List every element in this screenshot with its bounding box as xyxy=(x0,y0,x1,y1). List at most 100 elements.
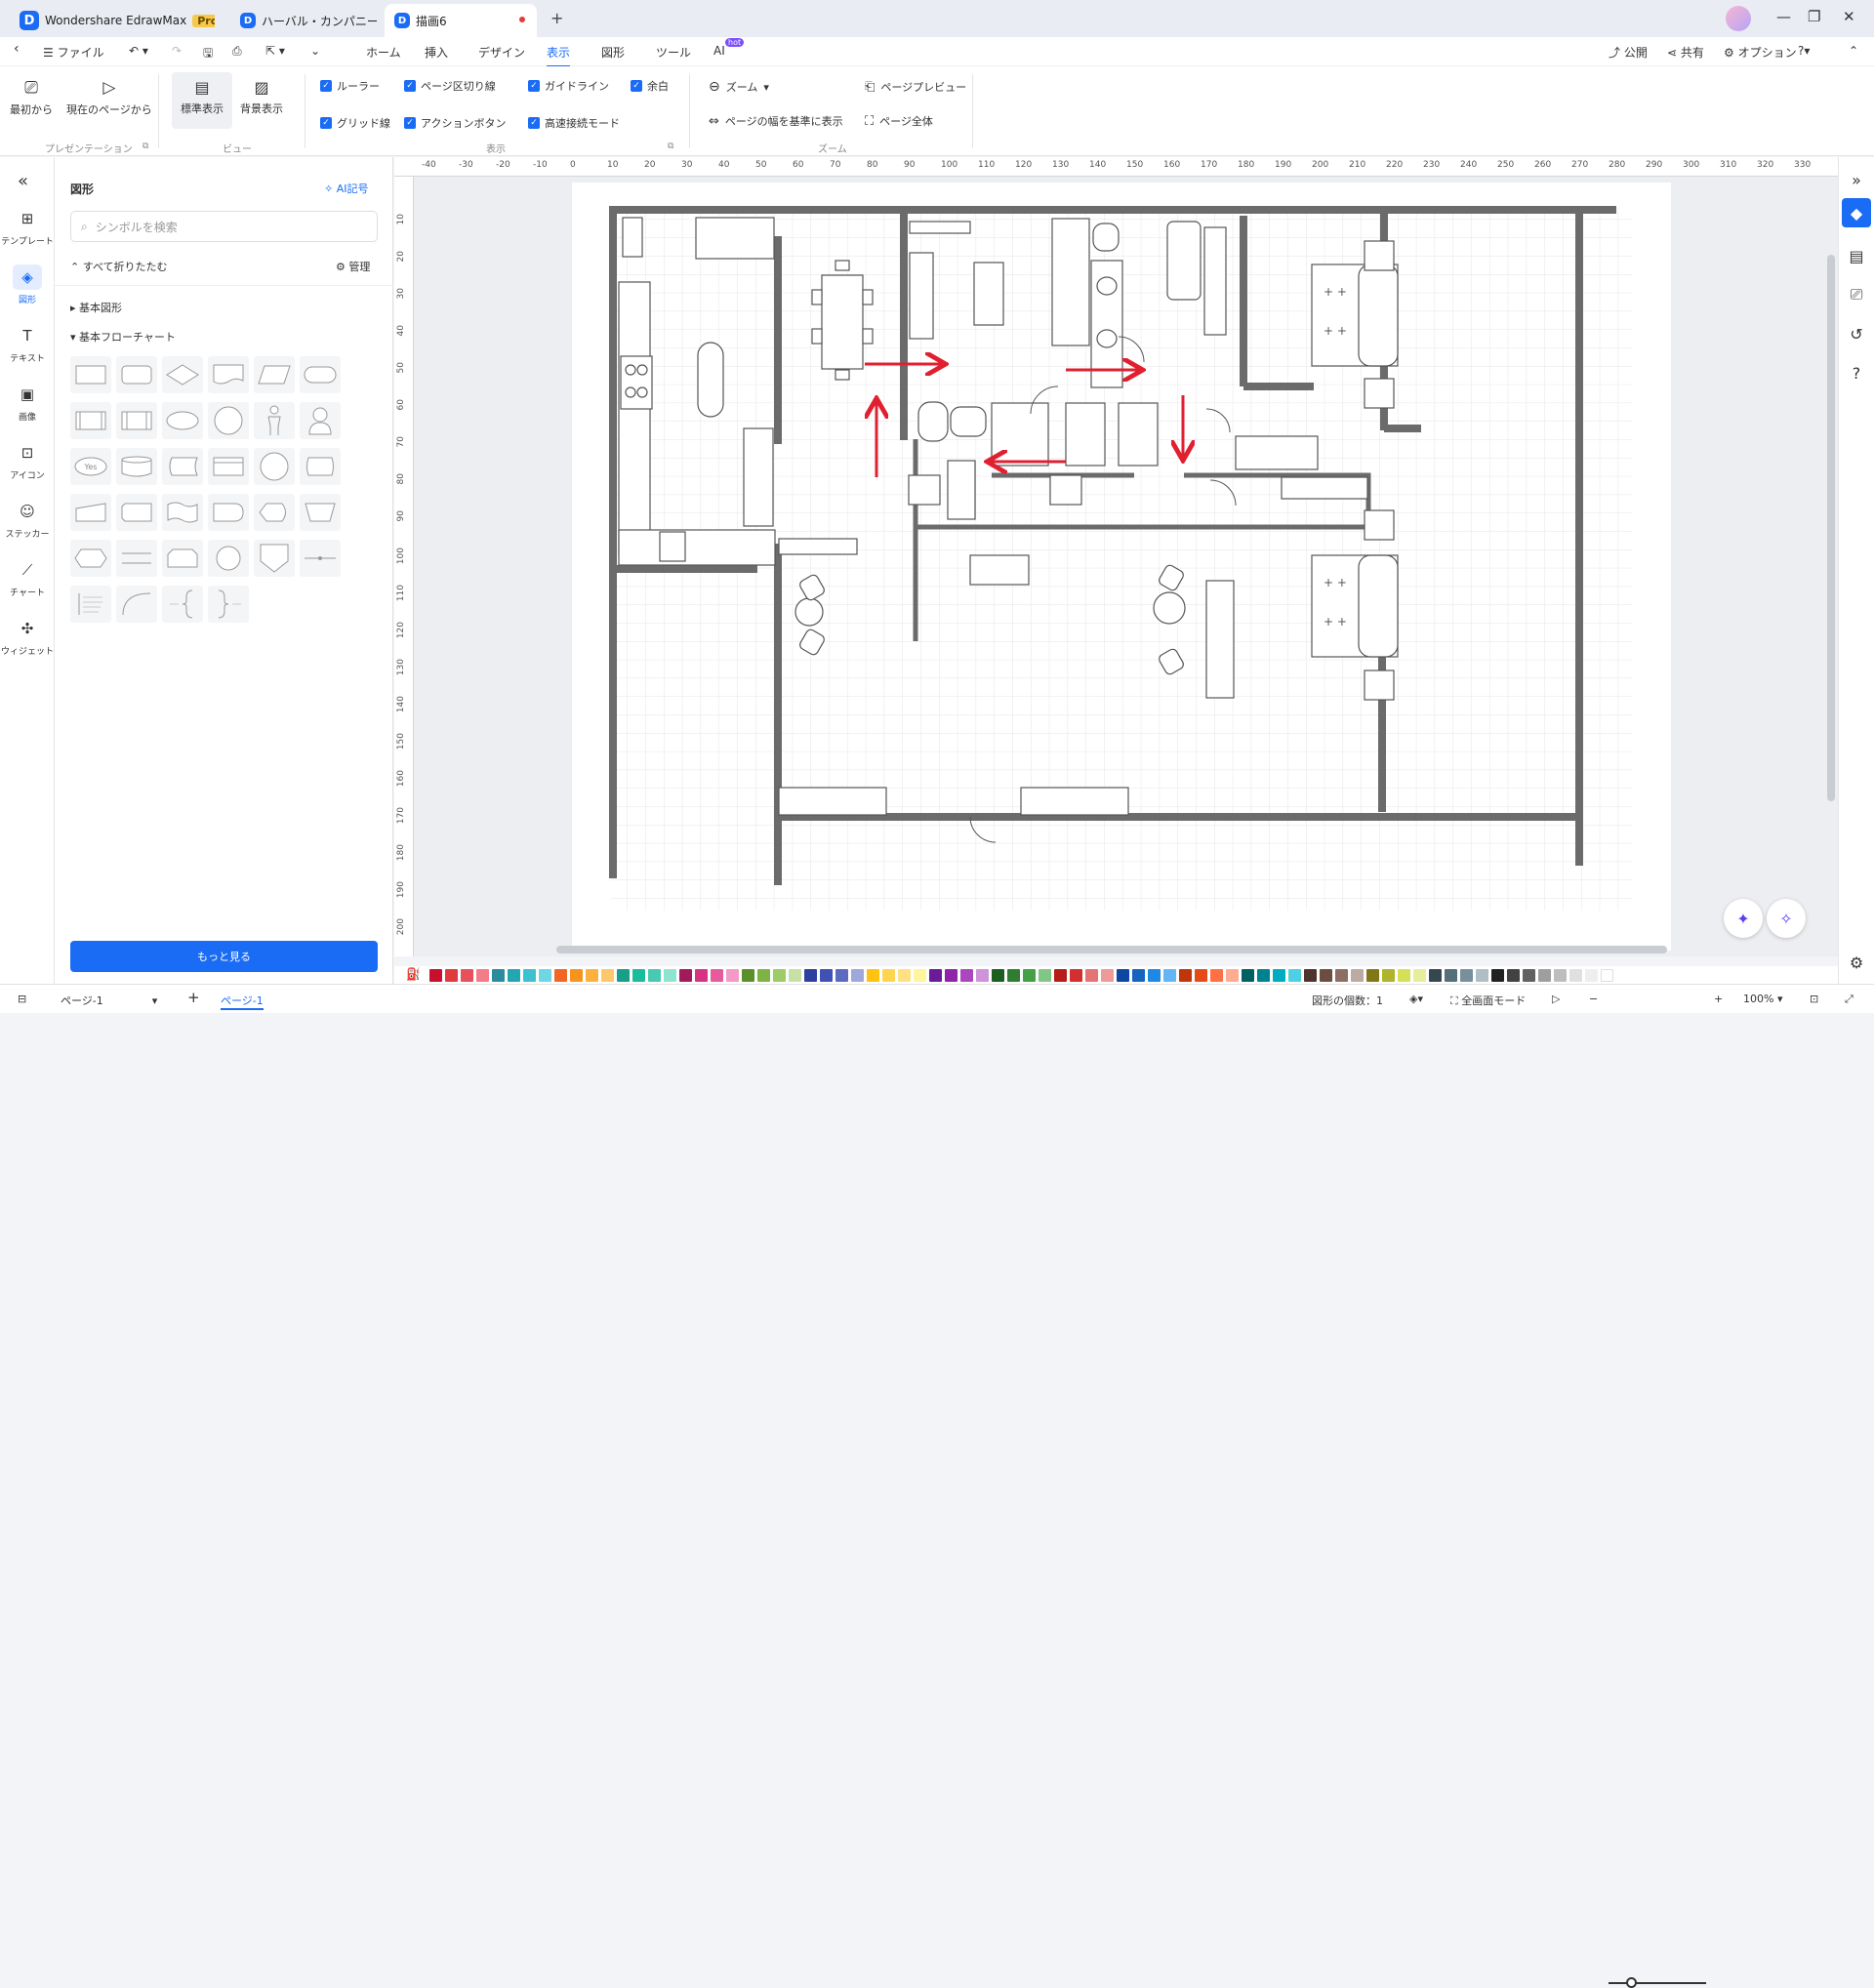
color-swatch[interactable] xyxy=(570,968,583,982)
color-swatch[interactable] xyxy=(554,968,567,982)
color-swatch[interactable] xyxy=(1210,968,1223,982)
shape-parallel[interactable] xyxy=(116,540,157,577)
menu-ai[interactable]: AI hot xyxy=(713,38,745,58)
shape-display[interactable] xyxy=(254,494,295,531)
category-basic-shapes[interactable]: ▸ 基本図形 xyxy=(70,300,122,315)
color-swatch[interactable] xyxy=(1460,968,1473,982)
fast-connect-checkbox[interactable]: ✓ 高速接続モード xyxy=(528,115,620,131)
avatar[interactable] xyxy=(1726,6,1751,31)
color-swatch[interactable] xyxy=(1039,968,1051,982)
color-swatch[interactable] xyxy=(617,968,630,982)
shape-brace-left[interactable] xyxy=(162,586,203,623)
color-swatch[interactable] xyxy=(664,968,676,982)
color-swatch[interactable] xyxy=(492,968,505,982)
rail-widget[interactable]: ✣ ウィジェット xyxy=(0,616,55,657)
rail-template[interactable]: ⊞ テンプレート xyxy=(0,206,55,247)
color-swatch[interactable] xyxy=(960,968,973,982)
shape-delay[interactable] xyxy=(208,494,249,531)
minimize-icon[interactable]: — xyxy=(1776,8,1791,25)
ruler-checkbox[interactable]: ✓ ルーラー xyxy=(320,78,380,94)
color-swatch[interactable] xyxy=(461,968,473,982)
color-swatch[interactable] xyxy=(445,968,458,982)
color-swatch[interactable] xyxy=(882,968,895,982)
shape-decision[interactable] xyxy=(162,356,203,393)
page-setup-icon[interactable]: ▤ xyxy=(1842,241,1871,270)
shape-user[interactable] xyxy=(300,402,341,439)
shape-direct-data[interactable] xyxy=(300,448,341,485)
color-swatch[interactable] xyxy=(1320,968,1332,982)
shape-person[interactable] xyxy=(254,402,295,439)
color-swatch[interactable] xyxy=(648,968,661,982)
color-swatch[interactable] xyxy=(742,968,754,982)
fullscreen-icon[interactable]: ⤢ xyxy=(1845,993,1854,1006)
color-swatch[interactable] xyxy=(992,968,1004,982)
tab-herbal-company[interactable]: D ハーバル・カンパニー図_... xyxy=(230,4,377,37)
shape-data[interactable] xyxy=(254,356,295,393)
search-input[interactable]: ⌕ シンボルを検索 xyxy=(70,211,378,242)
color-swatch[interactable] xyxy=(523,968,536,982)
help-icon[interactable]: ?▾ xyxy=(1798,44,1810,58)
history-icon[interactable]: ↺ xyxy=(1842,319,1871,348)
fit-width-button[interactable]: ⇔ ページの幅を基準に表示 xyxy=(709,113,843,129)
zoom-level[interactable]: 100% ▾ xyxy=(1743,993,1782,1005)
help-panel-icon[interactable]: ? xyxy=(1842,358,1871,387)
shape-circle[interactable] xyxy=(208,402,249,439)
shape-manual-operation[interactable] xyxy=(300,494,341,531)
color-swatch[interactable] xyxy=(1148,968,1161,982)
color-swatch[interactable] xyxy=(789,968,801,982)
color-swatch[interactable] xyxy=(929,968,942,982)
share-button[interactable]: ⋖ 共有 xyxy=(1667,44,1704,61)
shape-circle-small[interactable] xyxy=(208,540,249,577)
color-swatch[interactable] xyxy=(1085,968,1098,982)
menu-view[interactable]: 表示 xyxy=(547,44,571,67)
color-swatch[interactable] xyxy=(1429,968,1442,982)
page-preview-button[interactable]: ⎗ ページプレビュー xyxy=(865,79,966,95)
collapse-ribbon-icon[interactable]: ⌃ xyxy=(1849,44,1858,58)
color-swatch[interactable] xyxy=(1195,968,1207,982)
rail-text[interactable]: T テキスト xyxy=(0,323,55,364)
color-swatch[interactable] xyxy=(586,968,598,982)
shape-card[interactable] xyxy=(208,448,249,485)
close-icon[interactable]: ✕ xyxy=(1843,8,1855,25)
print-icon[interactable]: ⎙ xyxy=(232,44,242,59)
ai-sparkle-icon[interactable]: ✧ xyxy=(1767,899,1806,938)
more-button[interactable]: もっと見る xyxy=(70,941,378,972)
guideline-checkbox[interactable]: ✓ ガイドライン xyxy=(528,78,609,94)
present-from-start-button[interactable]: ⎚ 最初から xyxy=(10,78,53,117)
shape-off-page[interactable] xyxy=(116,494,157,531)
add-page-button[interactable]: + xyxy=(187,989,200,1006)
shape-line-connector[interactable] xyxy=(300,540,341,577)
page-list-icon[interactable]: ⊟ xyxy=(18,993,26,1005)
shape-yes[interactable]: Yes xyxy=(70,448,111,485)
presentation-panel-icon[interactable]: ⎚ xyxy=(1842,280,1871,309)
color-swatch[interactable] xyxy=(632,968,645,982)
color-swatch[interactable] xyxy=(945,968,957,982)
color-swatch[interactable] xyxy=(851,968,864,982)
color-swatch[interactable] xyxy=(1538,968,1551,982)
app-tab[interactable]: D Wondershare EdrawMax Pro xyxy=(10,4,215,37)
shape-ellipse[interactable] xyxy=(162,402,203,439)
color-swatch[interactable] xyxy=(1413,968,1426,982)
format-fill-icon[interactable]: ◆ xyxy=(1842,198,1871,227)
ai-magic-icon[interactable]: ✦ xyxy=(1724,899,1763,938)
color-swatch[interactable] xyxy=(1554,968,1567,982)
horizontal-scrollbar[interactable] xyxy=(556,946,1667,953)
zoom-slider-thumb[interactable] xyxy=(1626,1977,1637,1988)
expand-icon[interactable]: ⧉ xyxy=(143,142,148,151)
file-menu[interactable]: ☰ ファイル xyxy=(43,44,104,61)
color-swatch[interactable] xyxy=(726,968,739,982)
action-button-checkbox[interactable]: ✓ アクションボタン xyxy=(404,115,506,131)
zoom-out-icon[interactable]: − xyxy=(1589,993,1598,1005)
color-swatch[interactable] xyxy=(914,968,926,982)
shape-annotation-text[interactable] xyxy=(70,586,111,623)
redo-icon[interactable]: ↷ xyxy=(172,44,182,58)
color-swatch[interactable] xyxy=(508,968,520,982)
page-select[interactable]: ページ-1 ▾ xyxy=(61,993,157,1008)
color-swatch[interactable] xyxy=(1491,968,1504,982)
rail-sticker[interactable]: ☺ ステッカー xyxy=(0,499,55,540)
rail-image[interactable]: ▣ 画像 xyxy=(0,382,55,423)
shape-rounded-rect[interactable] xyxy=(116,356,157,393)
shape-arc[interactable] xyxy=(116,586,157,623)
category-basic-flowchart[interactable]: ▾ 基本フローチャート xyxy=(70,329,176,345)
color-swatch[interactable] xyxy=(1523,968,1535,982)
